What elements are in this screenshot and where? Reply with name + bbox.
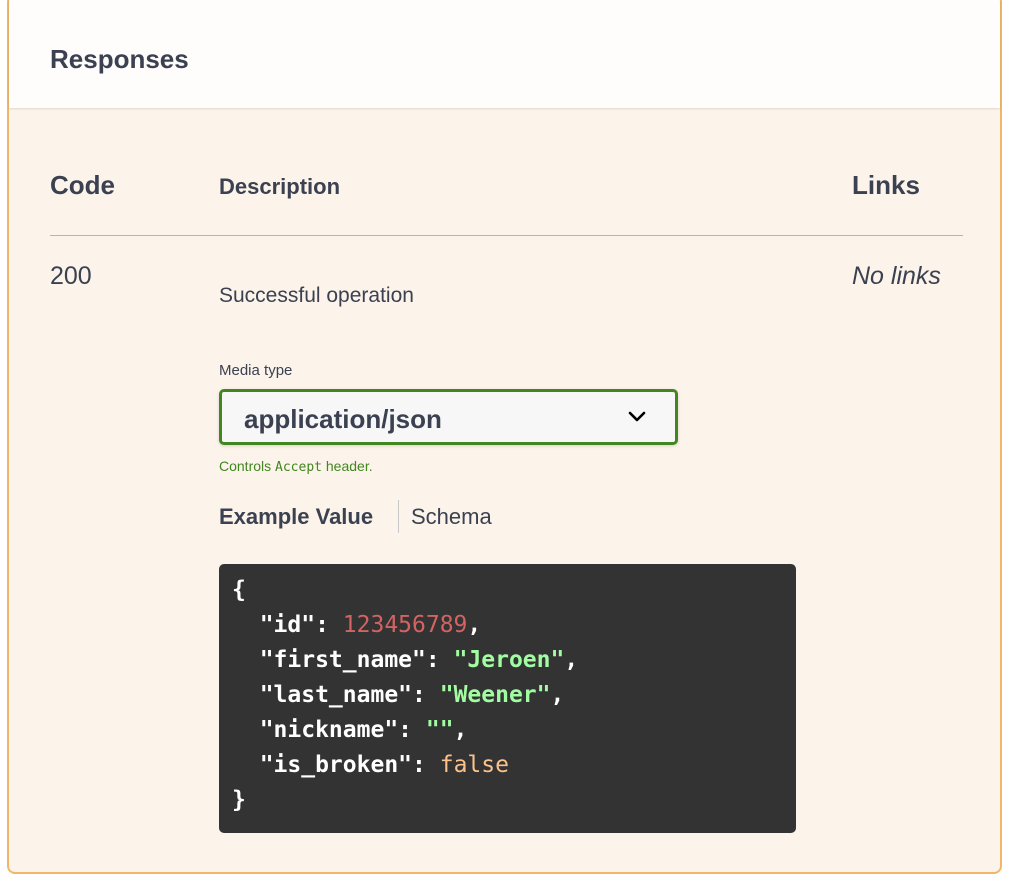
example-value-code-block[interactable]: { "id": 123456789, "first_name": "Jeroen… (219, 564, 796, 833)
code-close-brace: } (232, 783, 783, 818)
tab-schema[interactable]: Schema (411, 504, 492, 530)
accept-header-code: Accept (275, 460, 322, 475)
code-field-line: "nickname": "", (232, 713, 783, 748)
chevron-down-icon (628, 411, 646, 422)
code-key: "is_broken": (232, 752, 440, 778)
media-type-selected-value: application/json (244, 404, 442, 434)
table-divider (50, 235, 963, 236)
tab-example-value[interactable]: Example Value (219, 504, 373, 530)
code-field-line: "is_broken": false (232, 748, 783, 783)
column-header-code: Code (50, 170, 115, 200)
code-key: "first_name": (232, 647, 454, 673)
response-status-code: 200 (50, 262, 92, 290)
responses-panel: Responses Code Description Links 200 No … (7, 0, 1002, 874)
code-key: "id": (232, 612, 343, 638)
response-links: No links (852, 262, 941, 290)
code-key: "nickname": (232, 717, 426, 743)
code-value: "Weener" (439, 682, 551, 708)
section-title: Responses (50, 44, 189, 74)
code-value: "" (425, 717, 454, 743)
column-header-description: Description (219, 174, 341, 199)
code-comma: , (550, 682, 565, 708)
code-brace: } (232, 787, 246, 813)
code-brace: { (232, 577, 246, 603)
section-header: Responses (9, 0, 1000, 108)
column-header-links: Links (852, 170, 920, 200)
code-field-line: "last_name": "Weener", (232, 678, 783, 713)
code-value: "Jeroen" (453, 647, 565, 673)
code-open-brace: { (232, 573, 783, 608)
media-type-select[interactable]: application/json (219, 389, 678, 445)
code-key: "last_name": (232, 682, 440, 708)
code-value: 123456789 (342, 612, 468, 638)
tab-divider (398, 500, 399, 533)
media-type-label: Media type (219, 362, 293, 379)
code-value: false (439, 752, 509, 778)
code-field-line: "id": 123456789, (232, 608, 783, 643)
code-comma: , (453, 717, 468, 743)
code-comma: , (467, 612, 482, 638)
controls-accept-note: Controls Accept header. (219, 458, 373, 475)
code-field-line: "first_name": "Jeroen", (232, 643, 783, 678)
code-comma: , (564, 647, 579, 673)
response-description: Successful operation (219, 284, 414, 307)
